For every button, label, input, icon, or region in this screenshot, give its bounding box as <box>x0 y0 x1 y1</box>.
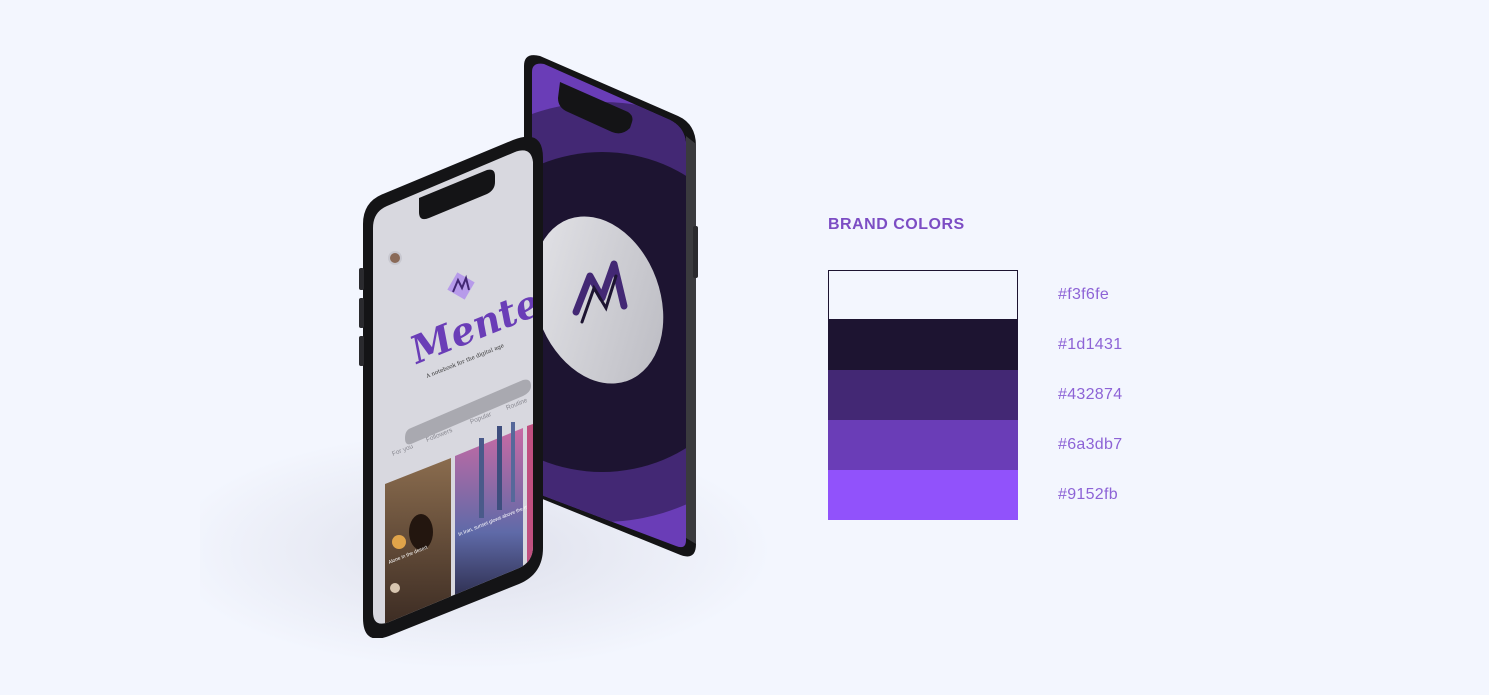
swatch-row: #432874 <box>828 370 1148 420</box>
swatch-list: #f3f6fe #1d1431 #432874 #6a3db7 #9152fb <box>828 270 1148 520</box>
color-swatch <box>828 270 1018 320</box>
profile-avatar[interactable] <box>388 251 402 265</box>
color-swatch <box>828 370 1018 420</box>
presentation-stage: Mente A notebook for the digital age For… <box>0 0 1489 695</box>
color-swatch <box>828 420 1018 470</box>
swatch-row: #6a3db7 <box>828 420 1148 470</box>
swatch-row: #1d1431 <box>828 320 1148 370</box>
phone-front: Mente A notebook for the digital age For… <box>355 128 555 638</box>
color-hex-label: #432874 <box>1058 386 1123 403</box>
brand-colors-panel: BRAND COLORS #f3f6fe #1d1431 #432874 #6a… <box>828 214 1148 520</box>
color-hex-label: #9152fb <box>1058 486 1118 503</box>
swatch-row: #9152fb <box>828 470 1148 520</box>
author-avatar <box>390 583 400 593</box>
brand-colors-title: BRAND COLORS <box>828 216 965 233</box>
color-swatch <box>828 470 1018 520</box>
swatch-row: #f3f6fe <box>828 270 1148 320</box>
color-hex-label: #1d1431 <box>1058 336 1123 353</box>
color-swatch <box>828 320 1018 370</box>
color-hex-label: #6a3db7 <box>1058 436 1123 453</box>
color-hex-label: #f3f6fe <box>1058 286 1110 303</box>
